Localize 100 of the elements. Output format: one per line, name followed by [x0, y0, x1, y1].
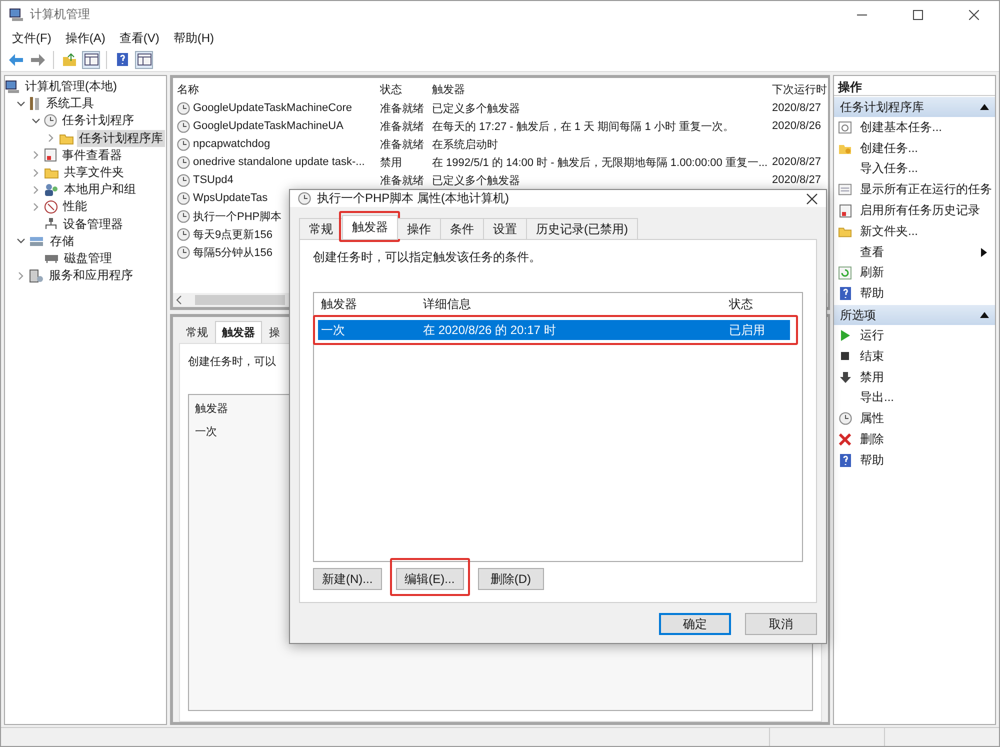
- tab[interactable]: 触发器: [215, 321, 262, 343]
- gauge-icon: [44, 200, 58, 214]
- folder-up-icon[interactable]: [62, 52, 76, 66]
- delete-icon[interactable]: [838, 432, 852, 448]
- collapse-icon[interactable]: [980, 104, 989, 110]
- action-item[interactable]: 启用所有任务历史记录: [860, 202, 995, 220]
- action-item[interactable]: 新文件夹...: [860, 222, 995, 240]
- panel-icon[interactable]: [136, 53, 152, 66]
- help-icon[interactable]: [838, 286, 852, 302]
- dialog-button[interactable]: 取消: [745, 613, 817, 635]
- play-icon[interactable]: [839, 329, 851, 342]
- help-icon[interactable]: [116, 52, 128, 67]
- table-cell-text: 2020/8/27: [772, 174, 822, 186]
- section-header-bar[interactable]: 任务计划程序库: [834, 97, 995, 117]
- help-icon[interactable]: [838, 452, 852, 468]
- tree-item[interactable]: 系统工具: [44, 95, 96, 112]
- action-item[interactable]: 帮助: [860, 452, 995, 469]
- clock-icon: [177, 228, 190, 240]
- tools-icon: [29, 96, 41, 112]
- table-cell-text: 在 2020/8/26 的 20:17 时: [423, 322, 557, 338]
- table-cell-text: 已定义多个触发器: [432, 102, 521, 116]
- down-arrow-icon[interactable]: [838, 370, 852, 384]
- back-arrow-icon[interactable]: [8, 52, 24, 66]
- tab[interactable]: 触发器: [342, 215, 398, 239]
- column-header[interactable]: 下次运行时: [772, 82, 828, 96]
- expand-icon[interactable]: [46, 133, 56, 144]
- action-item[interactable]: 帮助: [860, 285, 995, 302]
- column-header[interactable]: 状态: [729, 296, 790, 312]
- action-item[interactable]: 属性: [860, 410, 995, 428]
- table-cell: npcapwatchdog: [193, 138, 270, 150]
- collapse-icon[interactable]: [31, 116, 41, 126]
- action-item[interactable]: 查看: [860, 244, 973, 261]
- dialog-button[interactable]: 新建(N)...: [313, 568, 382, 590]
- tree-item[interactable]: 本地用户和组: [62, 181, 138, 198]
- action-item[interactable]: 显示所有正在运行的任务: [860, 181, 995, 198]
- clock-icon: [177, 192, 190, 204]
- tree-item[interactable]: 计算机管理(本地): [23, 78, 119, 96]
- table-cell-text: 准备就绪: [380, 120, 425, 134]
- dialog-button[interactable]: 确定: [659, 613, 731, 635]
- tree-item[interactable]: 性能: [61, 198, 89, 216]
- computer-icon: [5, 80, 20, 94]
- tab[interactable]: 操作: [397, 218, 441, 239]
- action-item[interactable]: 刷新: [860, 264, 995, 282]
- tree-item[interactable]: 设备管理器: [61, 216, 125, 233]
- collapse-icon[interactable]: [980, 312, 989, 318]
- tree-item[interactable]: 共享文件夹: [62, 164, 126, 182]
- close-icon[interactable]: [969, 10, 979, 20]
- column-header: 触发器: [195, 402, 229, 416]
- menu-item[interactable]: 帮助(H): [166, 30, 221, 46]
- clock-icon[interactable]: [838, 412, 852, 426]
- stop-icon[interactable]: [839, 350, 851, 362]
- expand-icon[interactable]: [16, 270, 26, 281]
- table-cell-text: 在 1992/5/1 的 14:00 时 - 触发后，无限期地每隔 1.00:00:00 重复一...: [432, 156, 769, 170]
- column-header[interactable]: 详细信息: [423, 296, 729, 312]
- folder-icon: [59, 132, 74, 145]
- column-header[interactable]: 触发器: [321, 296, 423, 312]
- action-item[interactable]: 导出...: [860, 389, 995, 406]
- tree-item[interactable]: 服务和应用程序: [47, 267, 135, 284]
- log-icon[interactable]: [838, 204, 852, 218]
- tree-item[interactable]: 事件查看器: [60, 146, 124, 164]
- action-item[interactable]: 导入任务...: [860, 160, 995, 178]
- action-item[interactable]: 禁用: [860, 368, 995, 386]
- tab[interactable]: 常规: [299, 218, 343, 239]
- refresh-icon[interactable]: [838, 266, 852, 280]
- tree-item[interactable]: 任务计划程序: [60, 112, 136, 130]
- forward-arrow-icon[interactable]: [30, 52, 46, 66]
- panel-icon[interactable]: [84, 53, 98, 66]
- tree-item[interactable]: 任务计划程序库: [77, 130, 165, 147]
- trigger-row[interactable]: 一次 在 2020/8/26 的 20:17 时 已启用: [318, 320, 790, 340]
- tree-item[interactable]: 存储: [48, 232, 76, 250]
- action-item[interactable]: 结束: [860, 348, 995, 365]
- tab[interactable]: 历史记录(已禁用): [526, 218, 638, 239]
- table-cell-text: 2020/8/27: [772, 156, 822, 168]
- dialog-button[interactable]: 删除(D): [478, 568, 544, 590]
- maximize-icon[interactable]: [913, 10, 923, 20]
- menu-item[interactable]: 操作(A): [58, 30, 112, 46]
- action-item[interactable]: 删除: [860, 431, 995, 448]
- collapse-icon[interactable]: [16, 98, 26, 109]
- expand-icon[interactable]: [31, 150, 41, 160]
- section-header-bar[interactable]: 所选项: [834, 305, 995, 326]
- dialog-button[interactable]: 编辑(E)...: [396, 568, 464, 590]
- tree-item[interactable]: 磁盘管理: [62, 250, 114, 267]
- table-cell-text: 禁用: [380, 156, 403, 170]
- column-header[interactable]: 触发器: [432, 82, 772, 96]
- column-header[interactable]: 状态: [380, 82, 432, 96]
- menu-item[interactable]: 文件(F): [5, 30, 58, 46]
- column-header[interactable]: 名称: [177, 82, 380, 96]
- menu-item[interactable]: 查看(V): [112, 30, 166, 46]
- calendar-icon[interactable]: [838, 120, 852, 134]
- list-icon[interactable]: [838, 183, 852, 196]
- expand-icon[interactable]: [31, 168, 41, 178]
- expand-icon[interactable]: [31, 202, 41, 212]
- action-item[interactable]: 运行: [860, 327, 995, 344]
- expand-icon[interactable]: [31, 184, 41, 195]
- action-item[interactable]: 创建任务...: [860, 140, 995, 157]
- table-cell-text: 准备就绪: [380, 174, 425, 188]
- scroll-left-icon[interactable]: [175, 295, 183, 305]
- close-icon[interactable]: [806, 192, 818, 204]
- action-item[interactable]: 创建基本任务...: [860, 118, 995, 136]
- section-title: 任务计划程序库: [840, 98, 924, 116]
